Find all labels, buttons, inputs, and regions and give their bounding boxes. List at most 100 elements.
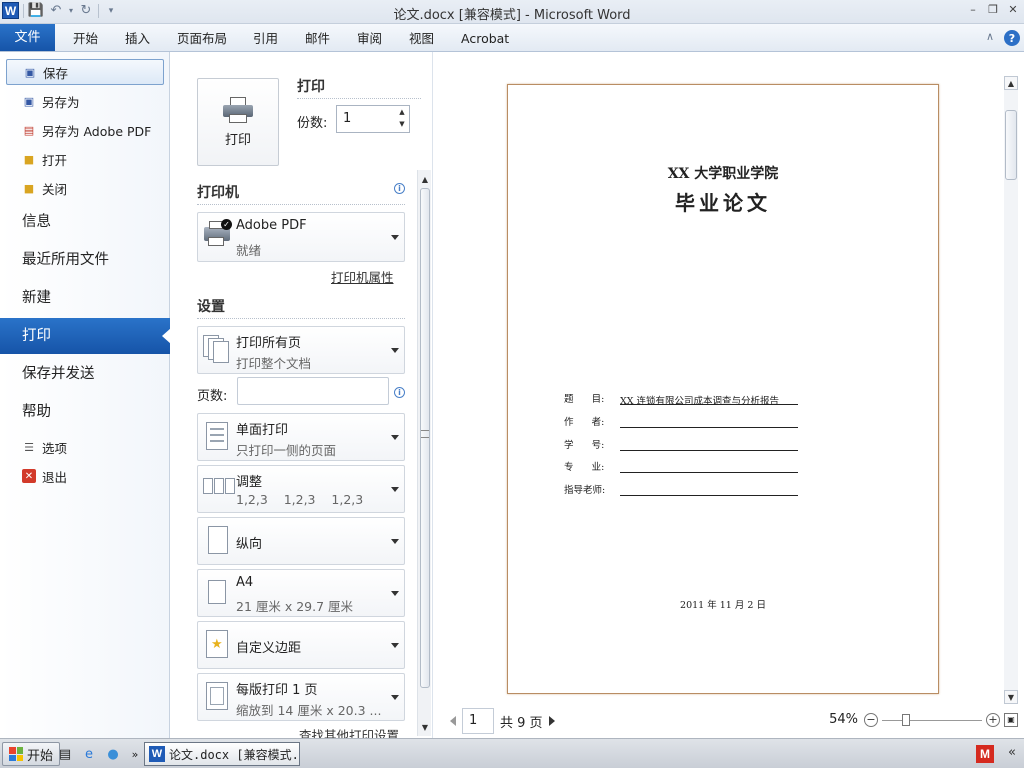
- restore-icon[interactable]: ❐: [986, 2, 1000, 16]
- ribbon-tabs: 文件 开始 插入 页面布局 引用 邮件 审阅 视图 Acrobat ∧ ?: [0, 24, 1024, 52]
- printer-dropdown[interactable]: ✓ Adobe PDF 就绪: [197, 212, 405, 262]
- nav-open[interactable]: ■ 打开: [6, 146, 164, 172]
- chevron-down-icon: [391, 695, 399, 700]
- collate-icon: [203, 476, 237, 506]
- tray-expand-icon[interactable]: «: [1008, 745, 1016, 760]
- tab-view[interactable]: 视图: [409, 28, 434, 50]
- zoom-to-page-icon[interactable]: ▣: [1004, 712, 1018, 727]
- word-icon: W: [149, 746, 165, 762]
- windows-logo-icon: [9, 747, 23, 761]
- zoom-out-icon[interactable]: −: [864, 712, 878, 727]
- scroll-up-icon[interactable]: ▲: [1004, 76, 1018, 90]
- show-desktop-icon[interactable]: ▤: [56, 745, 74, 763]
- settings-scrollbar[interactable]: ▲ ▼: [417, 170, 431, 736]
- scroll-up-icon[interactable]: ▲: [418, 172, 432, 186]
- info-icon[interactable]: i: [394, 183, 405, 194]
- more-print-settings-link[interactable]: 查找其他打印设置: [299, 725, 399, 738]
- tab-references[interactable]: 引用: [253, 28, 278, 50]
- nav-exit[interactable]: ✕ 退出: [6, 463, 164, 489]
- document-title: 毕业论文: [675, 191, 771, 215]
- minimize-icon[interactable]: –: [966, 2, 980, 16]
- sides-dropdown[interactable]: 单面打印 只打印一侧的页面: [197, 413, 405, 461]
- tab-insert[interactable]: 插入: [125, 28, 150, 50]
- copies-label: 份数:: [297, 116, 328, 131]
- nav-print[interactable]: 打印: [0, 318, 171, 354]
- custom-margins-icon: ★: [203, 630, 231, 660]
- spin-down-icon[interactable]: ▼: [397, 120, 407, 128]
- tab-file[interactable]: 文件: [0, 24, 55, 51]
- tab-mailings[interactable]: 邮件: [305, 28, 330, 50]
- print-range-dropdown[interactable]: 打印所有页 打印整个文档: [197, 326, 405, 374]
- pages-per-sheet-dropdown[interactable]: 每版打印 1 页 缩放到 14 厘米 x 20.3 ...: [197, 673, 405, 721]
- current-page-input[interactable]: 1: [462, 708, 494, 734]
- taskbar-task-word[interactable]: W 论文.docx [兼容模式...: [144, 742, 300, 766]
- divider: [197, 204, 405, 205]
- preview-scrollbar[interactable]: ▲ ▼: [1004, 76, 1018, 704]
- printer-properties-link[interactable]: 打印机属性: [331, 267, 394, 286]
- scrollbar-thumb[interactable]: [420, 188, 430, 688]
- quicklaunch-more-icon[interactable]: »: [126, 745, 144, 763]
- field-key: 专 业:: [564, 462, 605, 473]
- copies-stepper[interactable]: 1 ▲ ▼: [336, 105, 410, 133]
- close-icon[interactable]: ✕: [1006, 2, 1020, 16]
- nav-save-send[interactable]: 保存并发送: [0, 356, 170, 392]
- tab-review[interactable]: 审阅: [357, 28, 382, 50]
- print-range-title: 打印所有页: [236, 336, 302, 351]
- scrollbar-thumb[interactable]: [1005, 110, 1017, 180]
- nav-options[interactable]: ☰ 选项: [6, 434, 164, 460]
- nav-info[interactable]: 信息: [0, 204, 170, 240]
- document-date: 2011 年 11 月 2 日: [680, 600, 766, 611]
- nav-help[interactable]: 帮助: [0, 394, 170, 430]
- nav-save-as-pdf[interactable]: ▤ 另存为 Adobe PDF: [6, 117, 164, 143]
- tab-page-layout[interactable]: 页面布局: [177, 28, 227, 50]
- zoom-slider[interactable]: [882, 713, 982, 727]
- printer-icon: ✓: [203, 219, 232, 249]
- options-icon: ☰: [24, 440, 34, 454]
- print-preview: XX 大学职业学院 毕业论文 题 目: XX 连锁有限公司成本调查与分析报告 作…: [434, 52, 1024, 738]
- pdf-icon: ▤: [23, 123, 35, 137]
- portrait-icon: [203, 526, 231, 556]
- minimize-ribbon-icon[interactable]: ∧: [986, 30, 994, 46]
- previous-page-icon[interactable]: [450, 716, 456, 726]
- print-range-sub: 打印整个文档: [236, 356, 312, 371]
- collate-title: 调整: [236, 475, 263, 490]
- nav-new[interactable]: 新建: [0, 280, 170, 316]
- zoom-slider-thumb[interactable]: [902, 713, 911, 726]
- paper-size-dropdown[interactable]: A4 21 厘米 x 29.7 厘米: [197, 569, 405, 617]
- pages-input[interactable]: [237, 377, 389, 405]
- printer-status: 就绪: [236, 243, 262, 258]
- nav-recent[interactable]: 最近所用文件: [0, 242, 170, 278]
- info-icon[interactable]: i: [394, 387, 405, 398]
- zoom-level[interactable]: 54%: [829, 712, 858, 727]
- print-button[interactable]: 打印: [197, 78, 279, 166]
- tray-app-icon[interactable]: M: [976, 745, 994, 763]
- orientation-dropdown[interactable]: 纵向: [197, 517, 405, 565]
- ready-check-icon: ✓: [221, 219, 232, 230]
- nav-close-label: 关闭: [42, 181, 68, 197]
- spin-up-icon[interactable]: ▲: [397, 108, 407, 116]
- tab-acrobat[interactable]: Acrobat: [461, 28, 509, 50]
- nav-save[interactable]: ▣ 保存: [6, 59, 164, 85]
- margins-dropdown[interactable]: ★ 自定义边距: [197, 621, 405, 669]
- internet-explorer-icon[interactable]: e: [80, 745, 98, 763]
- chevron-down-icon: [391, 591, 399, 596]
- media-player-icon[interactable]: ●: [104, 745, 122, 763]
- nav-close[interactable]: ■ 关闭: [6, 175, 164, 201]
- school-name: XX 大学职业学院: [667, 166, 779, 182]
- title-bar: W 💾 ↶ ▾ ↻ ▾ 论文.docx [兼容模式] - Microsoft W…: [0, 0, 1024, 24]
- scroll-down-icon[interactable]: ▼: [418, 720, 432, 734]
- nav-save-as[interactable]: ▣ 另存为: [6, 88, 164, 114]
- zoom-control: 54% − + ▣: [829, 712, 1018, 727]
- print-heading: 打印: [297, 79, 325, 95]
- next-page-icon[interactable]: [548, 716, 555, 726]
- window-controls: – ❐ ✕: [966, 2, 1020, 16]
- collate-dropdown[interactable]: 调整 1,2,3 1,2,3 1,2,3: [197, 465, 405, 513]
- divider: [197, 318, 405, 319]
- field-row: 学 号:: [564, 437, 798, 451]
- start-button[interactable]: 开始: [2, 742, 61, 766]
- tab-home[interactable]: 开始: [73, 28, 98, 50]
- help-icon[interactable]: ?: [1004, 30, 1020, 46]
- scroll-down-icon[interactable]: ▼: [1004, 690, 1018, 704]
- zoom-in-icon[interactable]: +: [986, 712, 1000, 727]
- field-value: [620, 484, 798, 496]
